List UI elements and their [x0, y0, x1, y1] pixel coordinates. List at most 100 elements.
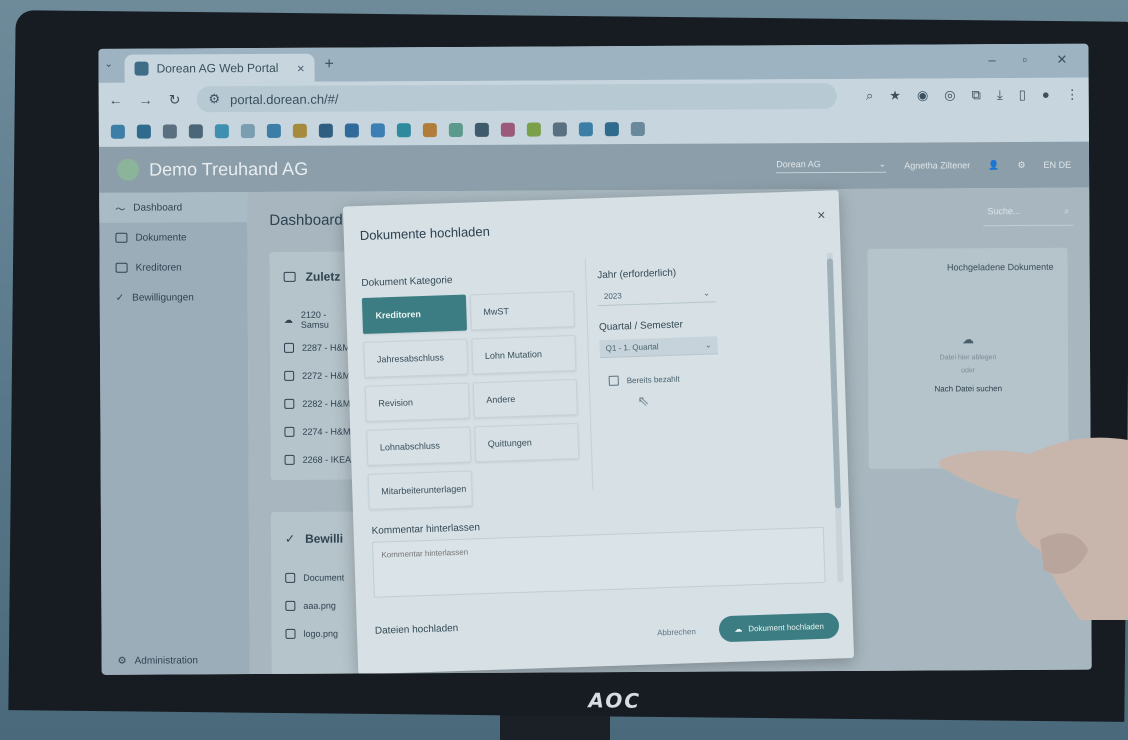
bookmark-icon[interactable]: [526, 122, 541, 137]
bookmark-icon[interactable]: [604, 122, 619, 137]
file-icon: [285, 628, 296, 639]
new-tab-button[interactable]: +: [324, 56, 333, 74]
browser-toolbar: ← → ↻ ⚙ portal.dorean.ch/#/ ⌕ ★ ◉ ◎ ⧉ ⤓ …: [98, 77, 1089, 117]
bookmark-icon[interactable]: [448, 122, 463, 138]
category-jahresabschluss[interactable]: Jahresabschluss: [363, 338, 469, 378]
forward-icon[interactable]: →: [139, 92, 153, 108]
paid-checkbox[interactable]: Bereits bezahlt: [608, 374, 680, 386]
bookmark-star-icon[interactable]: ★: [889, 88, 901, 104]
bookmark-icon[interactable]: [136, 124, 151, 139]
bookmark-icon[interactable]: [188, 124, 203, 139]
sidebar-item-kreditoren[interactable]: Kreditoren: [100, 252, 248, 283]
sidebar-item-label: Dokumente: [135, 231, 187, 244]
bookmark-icon[interactable]: [162, 124, 177, 139]
list-item-label: 2282 - H&M: [302, 398, 351, 409]
menu-icon[interactable]: ⋮: [1066, 87, 1079, 103]
year-select[interactable]: 2023 ⌄: [597, 284, 717, 307]
page-title: Dashboard: [269, 211, 343, 229]
bookmark-icon[interactable]: [318, 123, 333, 138]
minimize-icon[interactable]: –: [988, 52, 995, 67]
reload-icon[interactable]: ↻: [169, 91, 181, 108]
sidebar-item-administration[interactable]: ⚙ Administration: [118, 655, 198, 666]
user-icon[interactable]: 👤: [988, 160, 999, 171]
bookmark-icon[interactable]: [214, 124, 229, 139]
document-icon: [284, 370, 295, 381]
user-name[interactable]: Agnetha Ziltener: [904, 160, 970, 170]
bookmark-icon[interactable]: [500, 122, 515, 137]
download-icon[interactable]: ⤓: [997, 87, 1003, 103]
drop-hint: Datei hier ablegen: [939, 354, 997, 362]
close-window-icon[interactable]: ✕: [1056, 52, 1067, 68]
profile-avatar[interactable]: ●: [1042, 87, 1050, 103]
bookmark-icon[interactable]: [292, 123, 307, 138]
list-item[interactable]: 2268 - IKEA: [284, 446, 357, 474]
site-info-icon[interactable]: ⚙: [208, 91, 220, 107]
list-item[interactable]: 2282 - H&M: [284, 390, 356, 418]
card-icon: [115, 262, 128, 273]
bookmark-icon[interactable]: [344, 123, 359, 138]
bookmark-icon[interactable]: [370, 123, 385, 138]
browse-file-link[interactable]: Nach Datei suchen: [882, 384, 1054, 394]
list-item[interactable]: 2274 - H&M: [284, 418, 356, 446]
sidebar-item-label: Dashboard: [133, 201, 183, 214]
quarter-label: Quartal / Semester: [598, 319, 684, 334]
category-mwst[interactable]: MwST: [469, 290, 575, 331]
bookmark-icon[interactable]: [396, 123, 411, 138]
quarter-select[interactable]: Q1 - 1. Quartal ⌄: [599, 336, 718, 359]
bookmark-icon[interactable]: [110, 124, 125, 139]
sidepanel-icon[interactable]: ▯: [1019, 87, 1026, 103]
list-item[interactable]: Document: [285, 564, 357, 592]
dialog-scrollbar[interactable]: [826, 252, 844, 583]
category-kreditoren[interactable]: Kreditoren: [361, 294, 468, 334]
company-select[interactable]: Dorean AG ⌄: [776, 158, 887, 174]
upload-document-button[interactable]: ☁ Dokument hochladen: [718, 612, 840, 643]
category-quittungen[interactable]: Quittungen: [474, 422, 580, 463]
search-input[interactable]: Suche... ⌕: [983, 205, 1074, 227]
category-lohnabschluss[interactable]: Lohnabschluss: [366, 426, 472, 466]
language-switch[interactable]: EN DE: [1044, 160, 1072, 170]
comment-textarea[interactable]: [371, 526, 826, 598]
puzzle-icon[interactable]: ⧉: [972, 87, 981, 103]
scrollbar-thumb[interactable]: [826, 258, 842, 509]
extension-icon-2[interactable]: ◎: [944, 87, 955, 103]
bookmark-icon[interactable]: [630, 121, 645, 137]
sidebar-item-bewilligungen[interactable]: ✓ Bewilligungen: [100, 282, 248, 313]
list-item-label: 2272 - H&M: [302, 370, 351, 381]
list-item[interactable]: ☁ 2120 - Samsu: [284, 306, 356, 334]
check-icon: ✓: [115, 292, 125, 304]
bookmark-icon[interactable]: [266, 123, 281, 138]
address-bar[interactable]: ⚙ portal.dorean.ch/#/: [196, 82, 837, 113]
bookmark-icon[interactable]: [474, 122, 489, 137]
bookmark-icon[interactable]: [552, 122, 567, 137]
gear-icon[interactable]: ⚙: [1017, 160, 1025, 171]
category-andere[interactable]: Andere: [472, 378, 578, 419]
dialog-title: Dokumente hochladen: [359, 223, 491, 244]
tab-search-icon[interactable]: ⌄: [104, 59, 112, 70]
list-item[interactable]: aaa.png: [285, 592, 357, 620]
browser-tab[interactable]: Dorean AG Web Portal ×: [124, 53, 315, 83]
category-lohn-mutation[interactable]: Lohn Mutation: [471, 334, 577, 375]
extension-icon[interactable]: ◉: [917, 88, 928, 104]
bookmark-icon[interactable]: [240, 124, 255, 139]
list-item[interactable]: logo.png: [285, 620, 357, 648]
chevron-down-icon: ⌄: [704, 340, 712, 350]
tab-close-icon[interactable]: ×: [297, 60, 305, 75]
recent-card-title: Zuletz: [305, 269, 341, 284]
back-icon[interactable]: ←: [109, 92, 123, 108]
sidebar-item-dashboard[interactable]: 〜 Dashboard: [99, 192, 248, 223]
checkbox-box[interactable]: [608, 375, 619, 386]
category-label: Dokument Kategorie: [361, 275, 453, 290]
sidebar-item-dokumente[interactable]: Dokumente: [99, 222, 247, 253]
cancel-button[interactable]: Abbrechen: [657, 627, 696, 637]
bookmark-icon[interactable]: [578, 122, 593, 137]
restore-icon[interactable]: ▫: [1022, 52, 1027, 67]
list-item[interactable]: 2272 - H&M: [284, 362, 356, 390]
zoom-icon[interactable]: ⌕: [866, 88, 873, 104]
category-mitarbeiterunterlagen[interactable]: Mitarbeiterunterlagen: [367, 470, 473, 510]
sidebar-item-label: Kreditoren: [135, 261, 182, 274]
header-actions: Dorean AG ⌄ Agnetha Ziltener 👤 ⚙ EN DE: [776, 158, 1071, 174]
bookmark-icon[interactable]: [422, 123, 437, 138]
category-revision[interactable]: Revision: [364, 382, 470, 422]
close-icon[interactable]: ×: [817, 207, 826, 223]
list-item[interactable]: 2287 - H&M: [283, 334, 356, 362]
